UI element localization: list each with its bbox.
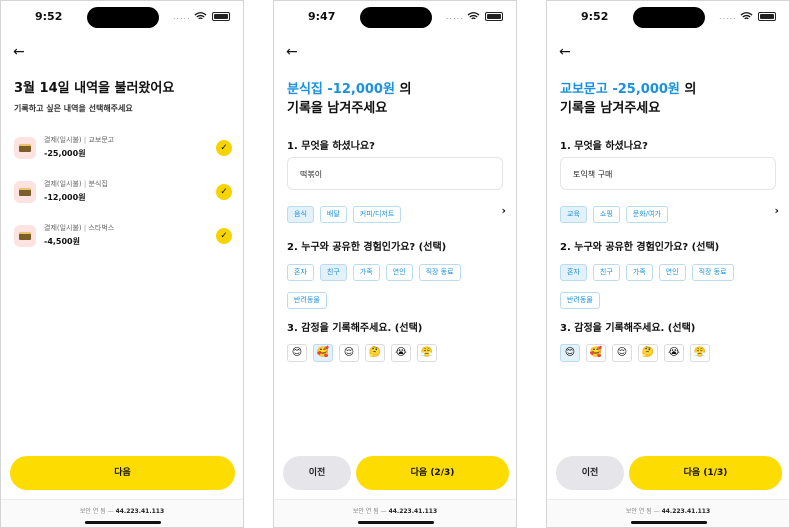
chip-person[interactable]: 친구 [319,264,347,281]
activity-input[interactable]: 토익책 구매 [560,157,776,190]
emotion-relieved-icon[interactable]: 😌 [612,344,632,362]
home-indicator [358,521,434,524]
chip-person[interactable]: 연인 [658,264,686,281]
battery-icon [485,12,503,21]
chip-person[interactable]: 반려동물 [560,292,600,309]
home-indicator [85,521,161,524]
emotion-smile-icon[interactable]: 😊 [287,344,307,362]
page-subtitle: 기록하고 싶은 내역을 선택해주세요 [14,104,133,113]
check-icon[interactable]: ✓ [216,184,232,200]
chip-category[interactable]: 음식 [287,206,314,223]
question-emotion: 3. 감정을 기록해주세요. (선택) [560,323,696,334]
wifi-icon [467,12,480,20]
status-bar: 9:52 ..... [547,1,789,35]
prev-button[interactable]: 이전 [283,456,351,490]
emotion-thinking-icon[interactable]: 🤔 [638,344,658,362]
back-arrow-icon[interactable]: ← [286,44,298,60]
chip-category[interactable]: 문화/여가 [625,206,668,223]
status-time: 9:52 [581,10,609,23]
screen-record-form: 9:47 ..... ← 분식집 -12,000원 의 기록을 남겨주세요 1. … [273,0,517,528]
chip-person[interactable]: 직장 동료 [418,264,461,281]
emotion-smile-icon[interactable]: 😊 [560,344,580,362]
emotion-love-icon[interactable]: 🥰 [313,344,333,362]
record-amount: -4,500원 [44,237,80,246]
screen-record-form: 9:52 ..... ← 교보문고 -25,000원 의 기록을 남겨주세요 1.… [546,0,790,528]
status-bar: 9:52 ..... [1,1,243,35]
chip-category[interactable]: 쇼핑 [592,206,620,223]
signal-icon: ..... [446,12,464,21]
signal-icon: ..... [719,12,737,21]
status-time: 9:47 [308,10,336,23]
chip-person[interactable]: 가족 [625,264,653,281]
record-item[interactable]: 결제(일시불) | 스타벅스 -4,500원 ✓ [14,222,232,252]
screen-record-select: 9:52 ..... ← 3월 14일 내역을 불러왔어요 기록하고 싶은 내역… [0,0,244,528]
chip-person[interactable]: 친구 [592,264,620,281]
page-title: 교보문고 -25,000원 의 기록을 남겨주세요 [560,82,697,116]
page-title: 분식집 -12,000원 의 기록을 남겨주세요 [287,82,412,116]
back-arrow-icon[interactable]: ← [559,44,571,60]
chip-person[interactable]: 혼자 [287,264,314,281]
question-what: 1. 무엇을 하셨나요? [287,141,375,152]
check-icon[interactable]: ✓ [216,140,232,156]
home-indicator [631,521,707,524]
emotion-crying-icon[interactable]: 😭 [664,344,684,362]
emotion-thinking-icon[interactable]: 🤔 [365,344,385,362]
people-chips: 혼자 친구 가족 연인 직장 동료반려동물 [287,259,507,315]
record-amount: -12,000원 [44,193,86,202]
record-item[interactable]: 결제(일시불) | 교보문고 -25,000원 ✓ [14,134,232,164]
emotion-chips: 😊 🥰 😌 🤔 😭 😤 [560,340,716,362]
card-icon [14,225,36,247]
question-who: 2. 누구와 공유한 경험인가요? (선택) [287,242,447,253]
chip-category[interactable]: 교육 [560,206,587,223]
people-chips: 혼자 친구 가족 연인 직장 동료반려동물 [560,259,780,315]
record-amount: -25,000원 [44,149,86,158]
chip-category[interactable]: 커피/디저트 [352,206,402,223]
status-bar: 9:47 ..... [274,1,516,35]
emotion-crying-icon[interactable]: 😭 [391,344,411,362]
chip-person[interactable]: 연인 [385,264,413,281]
chevron-right-icon[interactable]: › [774,204,779,217]
next-button[interactable]: 다음 [10,456,235,490]
chip-person[interactable]: 직장 동료 [691,264,734,281]
question-emotion: 3. 감정을 기록해주세요. (선택) [287,323,423,334]
wifi-icon [740,12,753,20]
dynamic-island [633,7,705,28]
category-chips: 교육 쇼핑 문화/여가 [560,201,674,229]
category-chips: 음식 배달 커피/디저트 [287,201,407,229]
chip-person[interactable]: 반려동물 [287,292,327,309]
next-button[interactable]: 다음 (1/3) [629,456,782,490]
record-category: 결제(일시불) | 스타벅스 [44,224,115,232]
card-icon [14,137,36,159]
question-who: 2. 누구와 공유한 경험인가요? (선택) [560,242,720,253]
back-arrow-icon[interactable]: ← [13,44,25,60]
record-item[interactable]: 결제(일시불) | 분식집 -12,000원 ✓ [14,178,232,208]
prev-button[interactable]: 이전 [556,456,624,490]
dynamic-island [360,7,432,28]
status-time: 9:52 [35,10,63,23]
emotion-angry-icon[interactable]: 😤 [690,344,710,362]
activity-input[interactable]: 떡볶이 [287,157,503,190]
chip-person[interactable]: 혼자 [560,264,587,281]
battery-icon [758,12,776,21]
check-icon[interactable]: ✓ [216,228,232,244]
question-what: 1. 무엇을 하셨나요? [560,141,648,152]
emotion-relieved-icon[interactable]: 😌 [339,344,359,362]
record-category: 결제(일시불) | 교보문고 [44,136,115,144]
battery-icon [212,12,230,21]
dynamic-island [87,7,159,28]
card-icon [14,181,36,203]
signal-icon: ..... [173,12,191,21]
chip-person[interactable]: 가족 [352,264,380,281]
wifi-icon [194,12,207,20]
next-button[interactable]: 다음 (2/3) [356,456,509,490]
chip-category[interactable]: 배달 [319,206,347,223]
chevron-right-icon[interactable]: › [501,204,506,217]
page-title: 3월 14일 내역을 불러왔어요 [14,81,175,96]
emotion-chips: 😊 🥰 😌 🤔 😭 😤 [287,340,443,362]
emotion-angry-icon[interactable]: 😤 [417,344,437,362]
record-category: 결제(일시불) | 분식집 [44,180,108,188]
emotion-love-icon[interactable]: 🥰 [586,344,606,362]
